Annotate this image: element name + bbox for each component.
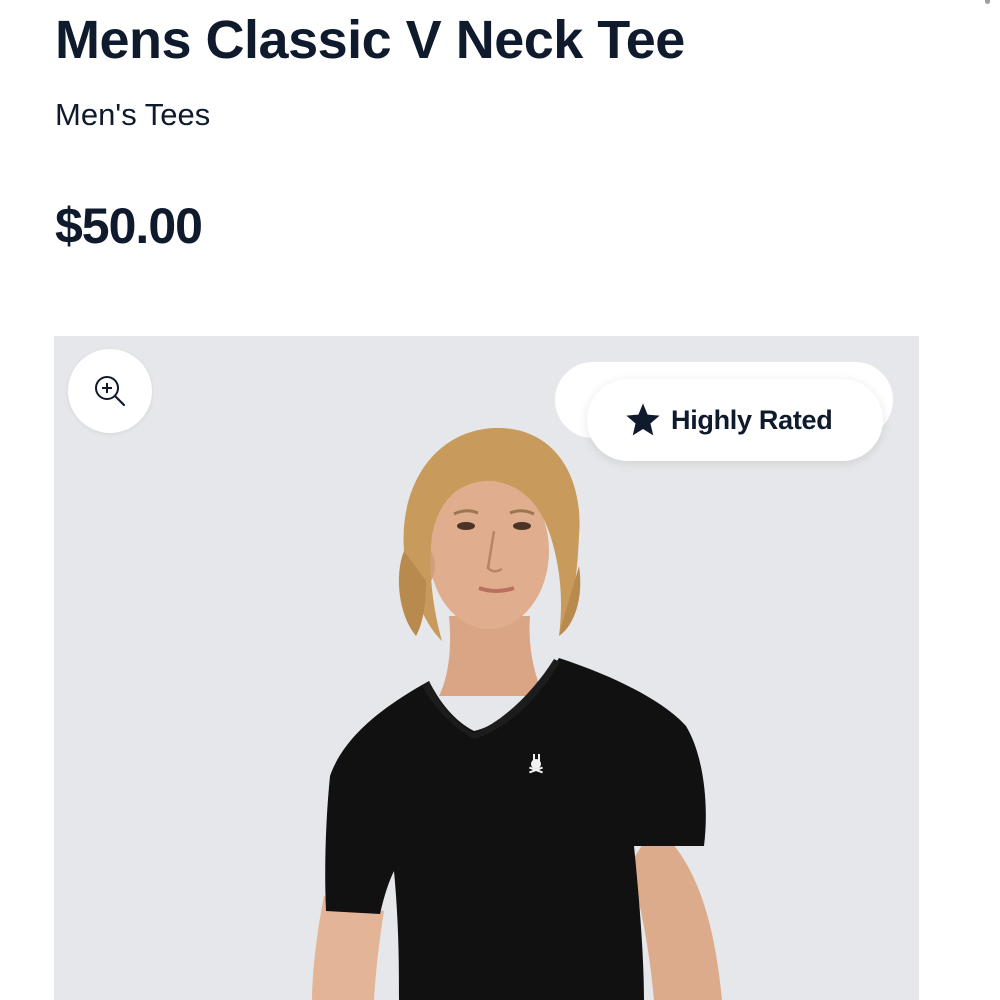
zoom-in-icon (95, 376, 126, 407)
product-image-gallery[interactable]: Highly Rated (54, 336, 919, 1000)
scrollbar-indicator[interactable] (985, 0, 990, 4)
product-page: Mens Classic V Neck Tee Men's Tees $50.0… (0, 0, 1000, 1000)
star-icon (626, 403, 660, 436)
zoom-button[interactable] (68, 349, 152, 433)
product-category: Men's Tees (55, 97, 211, 132)
highly-rated-badge: Highly Rated (587, 379, 883, 461)
product-price: $50.00 (55, 198, 203, 254)
product-title: Mens Classic V Neck Tee (55, 10, 685, 70)
badge-label: Highly Rated (671, 404, 833, 435)
